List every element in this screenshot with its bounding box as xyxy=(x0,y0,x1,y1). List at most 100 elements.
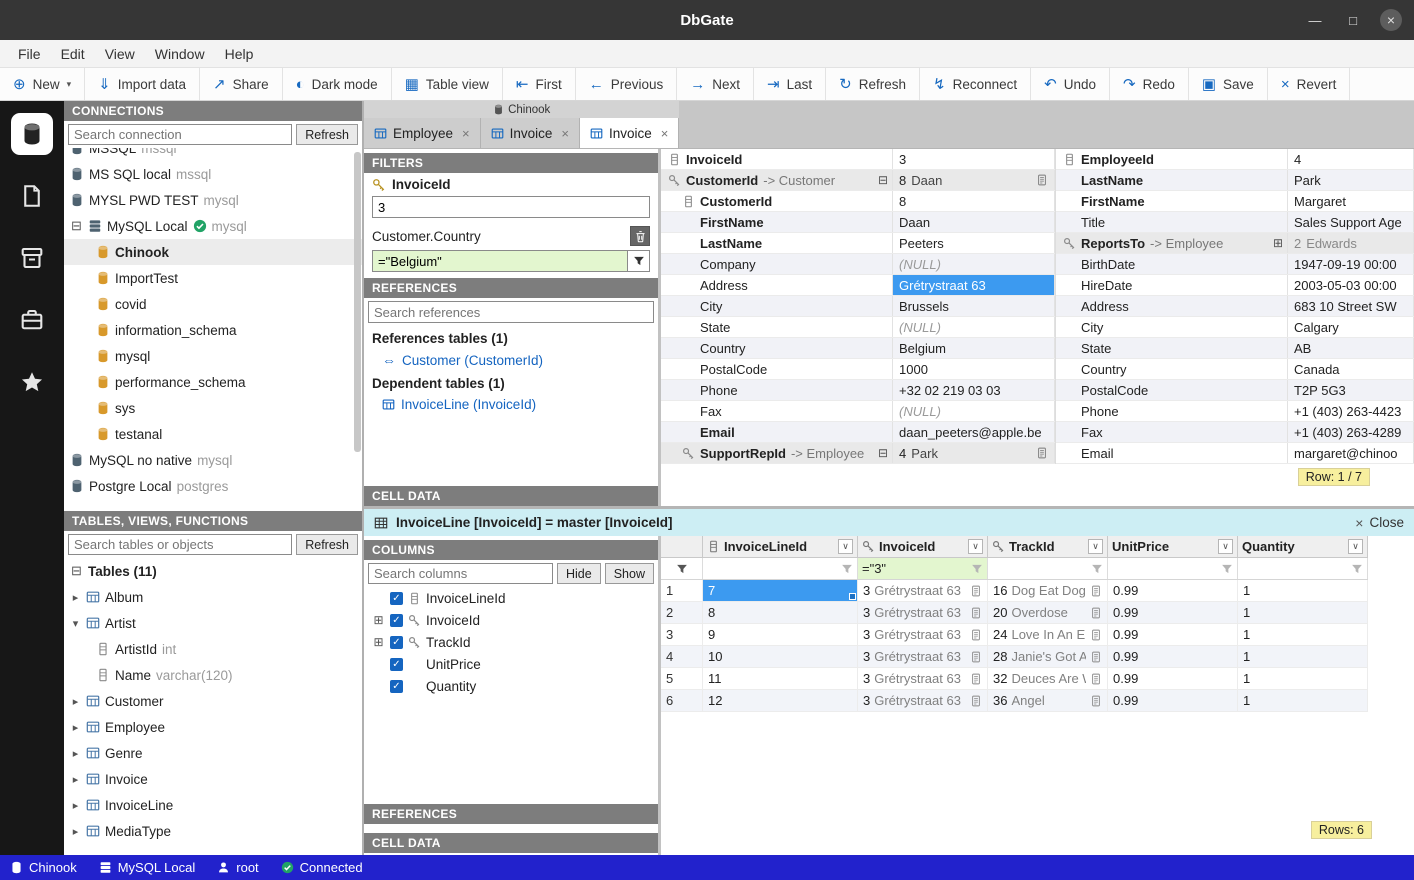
check-icon[interactable]: ✓ xyxy=(390,680,403,693)
form-field-value[interactable]: AB xyxy=(1288,338,1414,358)
form-field-value[interactable]: margaret@chinoo xyxy=(1288,443,1414,463)
grid-row-number[interactable]: 4 xyxy=(661,646,703,667)
collapse-icon[interactable]: ⊟ xyxy=(70,563,83,579)
expand-icon[interactable]: ⊞ xyxy=(1273,236,1283,250)
chevron-right-icon[interactable]: ▸ xyxy=(70,825,81,838)
filter-country-input[interactable] xyxy=(373,251,627,271)
grid-row-number[interactable]: 1 xyxy=(661,580,703,601)
cell-data-header[interactable]: CELL DATA xyxy=(364,833,658,853)
doc-icon[interactable] xyxy=(1036,174,1048,186)
tables-refresh-button[interactable]: Refresh xyxy=(296,534,358,555)
connections-search-input[interactable] xyxy=(68,124,292,145)
form-field-label[interactable]: PostalCode xyxy=(1056,380,1288,400)
grid-cell-unitprice[interactable]: 0.99 xyxy=(1108,624,1238,645)
form-field-value[interactable]: 8 Daan xyxy=(893,170,1055,190)
connection-item[interactable]: ImportTest xyxy=(64,265,362,291)
form-field-label[interactable]: Phone xyxy=(1056,401,1288,421)
column-list-item[interactable]: ✓ UnitPrice xyxy=(364,653,658,675)
form-field-value[interactable]: +1 (403) 263-4423 xyxy=(1288,401,1414,421)
form-field-label[interactable]: Company xyxy=(661,254,893,274)
grid-cell-quantity[interactable]: 1 xyxy=(1238,646,1368,667)
doc-icon[interactable] xyxy=(1090,651,1102,663)
check-icon[interactable]: ✓ xyxy=(390,614,403,627)
doc-icon[interactable] xyxy=(970,673,982,685)
menu-item[interactable]: Edit xyxy=(51,43,95,65)
cell-data-header[interactable]: CELL DATA xyxy=(364,486,658,506)
form-field-label[interactable]: ReportsTo -> Employee ⊞ xyxy=(1056,233,1288,253)
reference-link[interactable]: ⇔ Customer (CustomerId) xyxy=(364,349,658,371)
menu-item[interactable]: File xyxy=(8,43,51,65)
doc-icon[interactable] xyxy=(1090,585,1102,597)
grid-cell-invoicelineid[interactable]: 11 xyxy=(703,668,858,689)
connection-item[interactable]: MySQL no native mysql xyxy=(64,447,362,473)
close-icon[interactable]: × xyxy=(561,126,569,141)
dropdown-icon[interactable]: ∨ xyxy=(1088,539,1103,554)
grid-cell-invoiceid[interactable]: 3 Grétrystraat 63 xyxy=(858,602,988,623)
form-field-label[interactable]: Country xyxy=(1056,359,1288,379)
filters-header[interactable]: FILTERS xyxy=(364,153,658,173)
form-field-label[interactable]: Email xyxy=(661,422,893,442)
grid-filter-cell[interactable] xyxy=(1108,558,1238,579)
columns-search-input[interactable] xyxy=(368,563,553,584)
connection-item[interactable]: Postgre Local postgres xyxy=(64,473,362,499)
doc-icon[interactable] xyxy=(970,607,982,619)
grid-column-header[interactable]: TrackId ∨ xyxy=(988,536,1108,557)
column-list-item[interactable]: ⊞ ✓ InvoiceId xyxy=(364,609,658,631)
connection-item[interactable]: ⊟ MySQL Local mysql xyxy=(64,213,362,239)
form-field-value[interactable]: Belgium xyxy=(893,338,1055,358)
grid-cell-invoiceid[interactable]: 3 Grétrystraat 63 xyxy=(858,624,988,645)
activity-bar-button[interactable] xyxy=(11,299,53,341)
form-field-label[interactable]: Title xyxy=(1056,212,1288,232)
form-field-value[interactable]: 683 10 Street SW xyxy=(1288,296,1414,316)
doc-icon[interactable] xyxy=(1090,607,1102,619)
activity-bar-button[interactable] xyxy=(11,361,53,403)
grid-cell-unitprice[interactable]: 0.99 xyxy=(1108,690,1238,711)
table-item[interactable]: ▸ Customer xyxy=(64,688,362,714)
minimize-icon[interactable]: — xyxy=(1304,9,1326,31)
grid-cell-quantity[interactable]: 1 xyxy=(1238,580,1368,601)
form-field-value[interactable]: Grétrystraat 63 xyxy=(893,275,1055,295)
menu-item[interactable]: Window xyxy=(145,43,215,65)
expand-icon[interactable]: ⊞ xyxy=(372,613,385,627)
chevron-right-icon[interactable]: ▸ xyxy=(70,591,81,604)
form-field-value[interactable]: daan_peeters@apple.be xyxy=(893,422,1055,442)
grid-cell-invoiceid[interactable]: 3 Grétrystraat 63 xyxy=(858,690,988,711)
grid-cell-unitprice[interactable]: 0.99 xyxy=(1108,602,1238,623)
grid-row-number[interactable]: 5 xyxy=(661,668,703,689)
form-field-label[interactable]: InvoiceId xyxy=(661,149,893,169)
status-bar-item[interactable]: Chinook xyxy=(10,860,77,875)
toolbar-button[interactable]: ▣ Save xyxy=(1189,68,1268,100)
connection-item[interactable]: Chinook xyxy=(64,239,362,265)
form-field-value[interactable]: (NULL) xyxy=(893,401,1055,421)
form-field-value[interactable]: 4 Park xyxy=(893,443,1055,463)
doc-icon[interactable] xyxy=(970,695,982,707)
form-field-label[interactable]: HireDate xyxy=(1056,275,1288,295)
status-bar-item[interactable]: MySQL Local xyxy=(99,860,196,875)
grid-column-header[interactable]: Quantity ∨ xyxy=(1238,536,1368,557)
form-field-value[interactable]: 4 xyxy=(1288,149,1414,169)
table-item[interactable]: ⊟ Tables (11) xyxy=(64,558,362,584)
menu-item[interactable]: Help xyxy=(215,43,264,65)
grid-cell-invoicelineid[interactable]: 8 xyxy=(703,602,858,623)
tab[interactable]: Employee × xyxy=(364,118,481,148)
grid-filter-toggle-cell[interactable] xyxy=(661,558,703,579)
expand-icon[interactable]: ⊞ xyxy=(372,635,385,649)
toolbar-button[interactable]: ↶ Undo xyxy=(1031,68,1110,100)
table-item[interactable]: ▸ Employee xyxy=(64,714,362,740)
grid-cell-unitprice[interactable]: 0.99 xyxy=(1108,580,1238,601)
form-field-label[interactable]: City xyxy=(1056,317,1288,337)
form-field-label[interactable]: SupportRepId -> Employee ⊟ xyxy=(661,443,893,463)
form-field-label[interactable]: CustomerId -> Customer ⊟ xyxy=(661,170,893,190)
grid-filter-cell[interactable] xyxy=(988,558,1108,579)
form-field-value[interactable]: Margaret xyxy=(1288,191,1414,211)
grid-column-header[interactable]: InvoiceLineId ∨ xyxy=(703,536,858,557)
form-field-value[interactable]: +1 (403) 263-4289 xyxy=(1288,422,1414,442)
form-field-label[interactable]: CustomerId xyxy=(661,191,893,211)
close-icon[interactable]: × xyxy=(462,126,470,141)
grid-row-number[interactable]: 6 xyxy=(661,690,703,711)
form-field-value[interactable]: 2 Edwards xyxy=(1288,233,1414,253)
connection-item[interactable]: mysql xyxy=(64,343,362,369)
grid-cell-invoicelineid[interactable]: 7 xyxy=(703,580,858,601)
form-field-label[interactable]: State xyxy=(1056,338,1288,358)
form-field-value[interactable]: 8 xyxy=(893,191,1055,211)
